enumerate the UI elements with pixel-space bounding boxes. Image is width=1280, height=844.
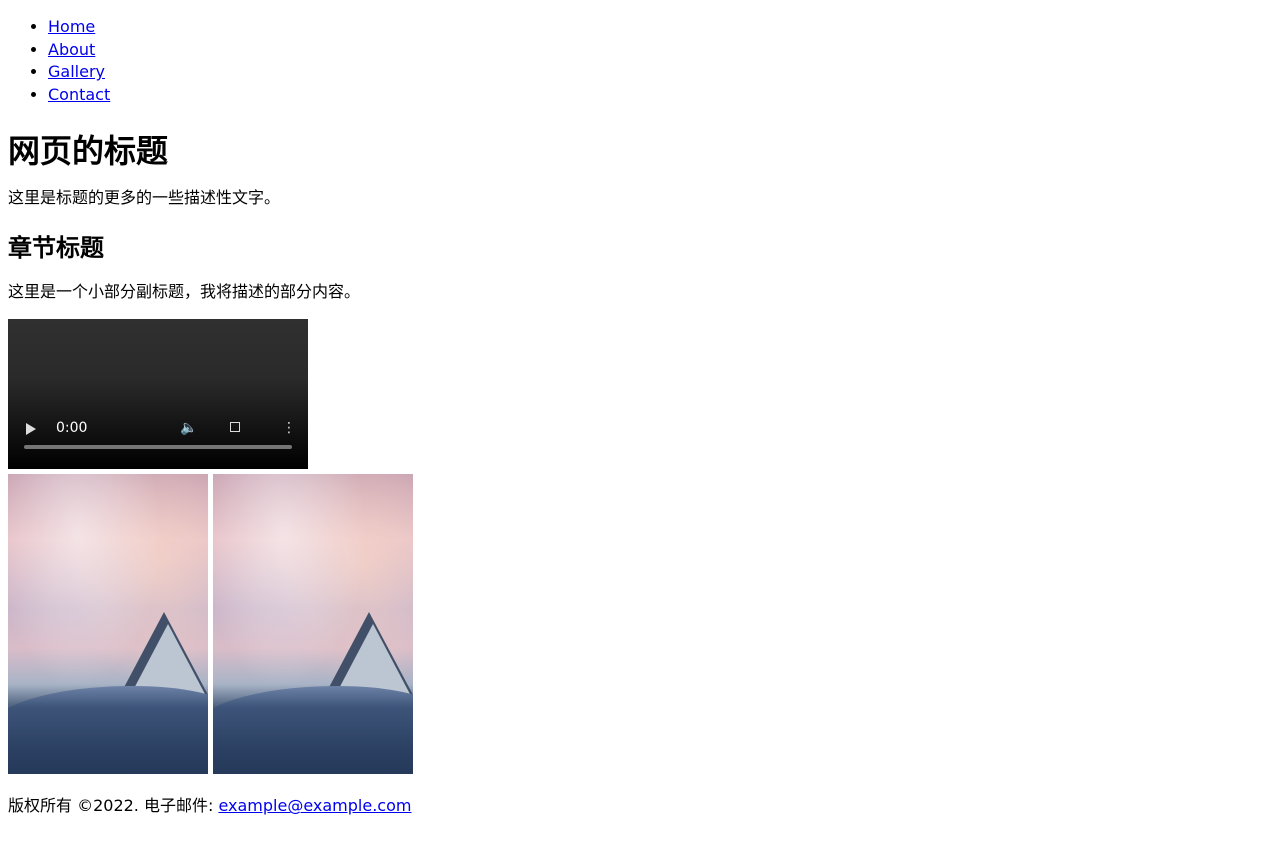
page-subtitle: 这里是标题的更多的一些描述性文字。 <box>8 188 281 208</box>
video-controls: 0:00 🔈 ⋮ <box>8 409 308 469</box>
hill-shape <box>213 686 413 775</box>
video-time: 0:00 <box>56 420 88 437</box>
play-icon[interactable] <box>26 423 36 436</box>
nav-item-gallery: Gallery <box>48 61 1272 84</box>
gallery-image <box>8 474 208 775</box>
section-title: 章节标题 <box>8 234 104 263</box>
nav-link-home[interactable]: Home <box>48 17 95 36</box>
nav-link-about[interactable]: About <box>48 40 95 59</box>
image-gallery <box>8 474 1272 775</box>
footer: 版权所有 ©2022. 电子邮件: example@example.com <box>8 795 1272 817</box>
nav-item-about: About <box>48 39 1272 62</box>
main-nav: Home About Gallery Contact <box>8 0 1272 106</box>
nav-link-gallery[interactable]: Gallery <box>48 62 105 81</box>
more-vertical-icon[interactable]: ⋮ <box>282 420 296 436</box>
video-progress-bar[interactable] <box>24 445 292 450</box>
nav-item-contact: Contact <box>48 84 1272 107</box>
section-description: 这里是一个小部分副标题，我将描述的部分内容。 <box>8 282 361 302</box>
hill-shape <box>8 686 208 775</box>
nav-link-contact[interactable]: Contact <box>48 85 110 104</box>
page-title: 网页的标题 <box>8 132 169 171</box>
footer-text: 版权所有 ©2022. 电子邮件: <box>8 796 219 816</box>
fullscreen-icon[interactable] <box>230 422 240 433</box>
video-player[interactable]: 0:00 🔈 ⋮ <box>8 319 308 470</box>
gallery-image <box>213 474 413 775</box>
footer-email-link[interactable]: example@example.com <box>218 796 411 815</box>
page: Home About Gallery Contact 网页的标题 这里是标题的更… <box>0 0 1280 844</box>
volume-icon[interactable]: 🔈 <box>180 420 197 436</box>
nav-item-home: Home <box>48 16 1272 39</box>
